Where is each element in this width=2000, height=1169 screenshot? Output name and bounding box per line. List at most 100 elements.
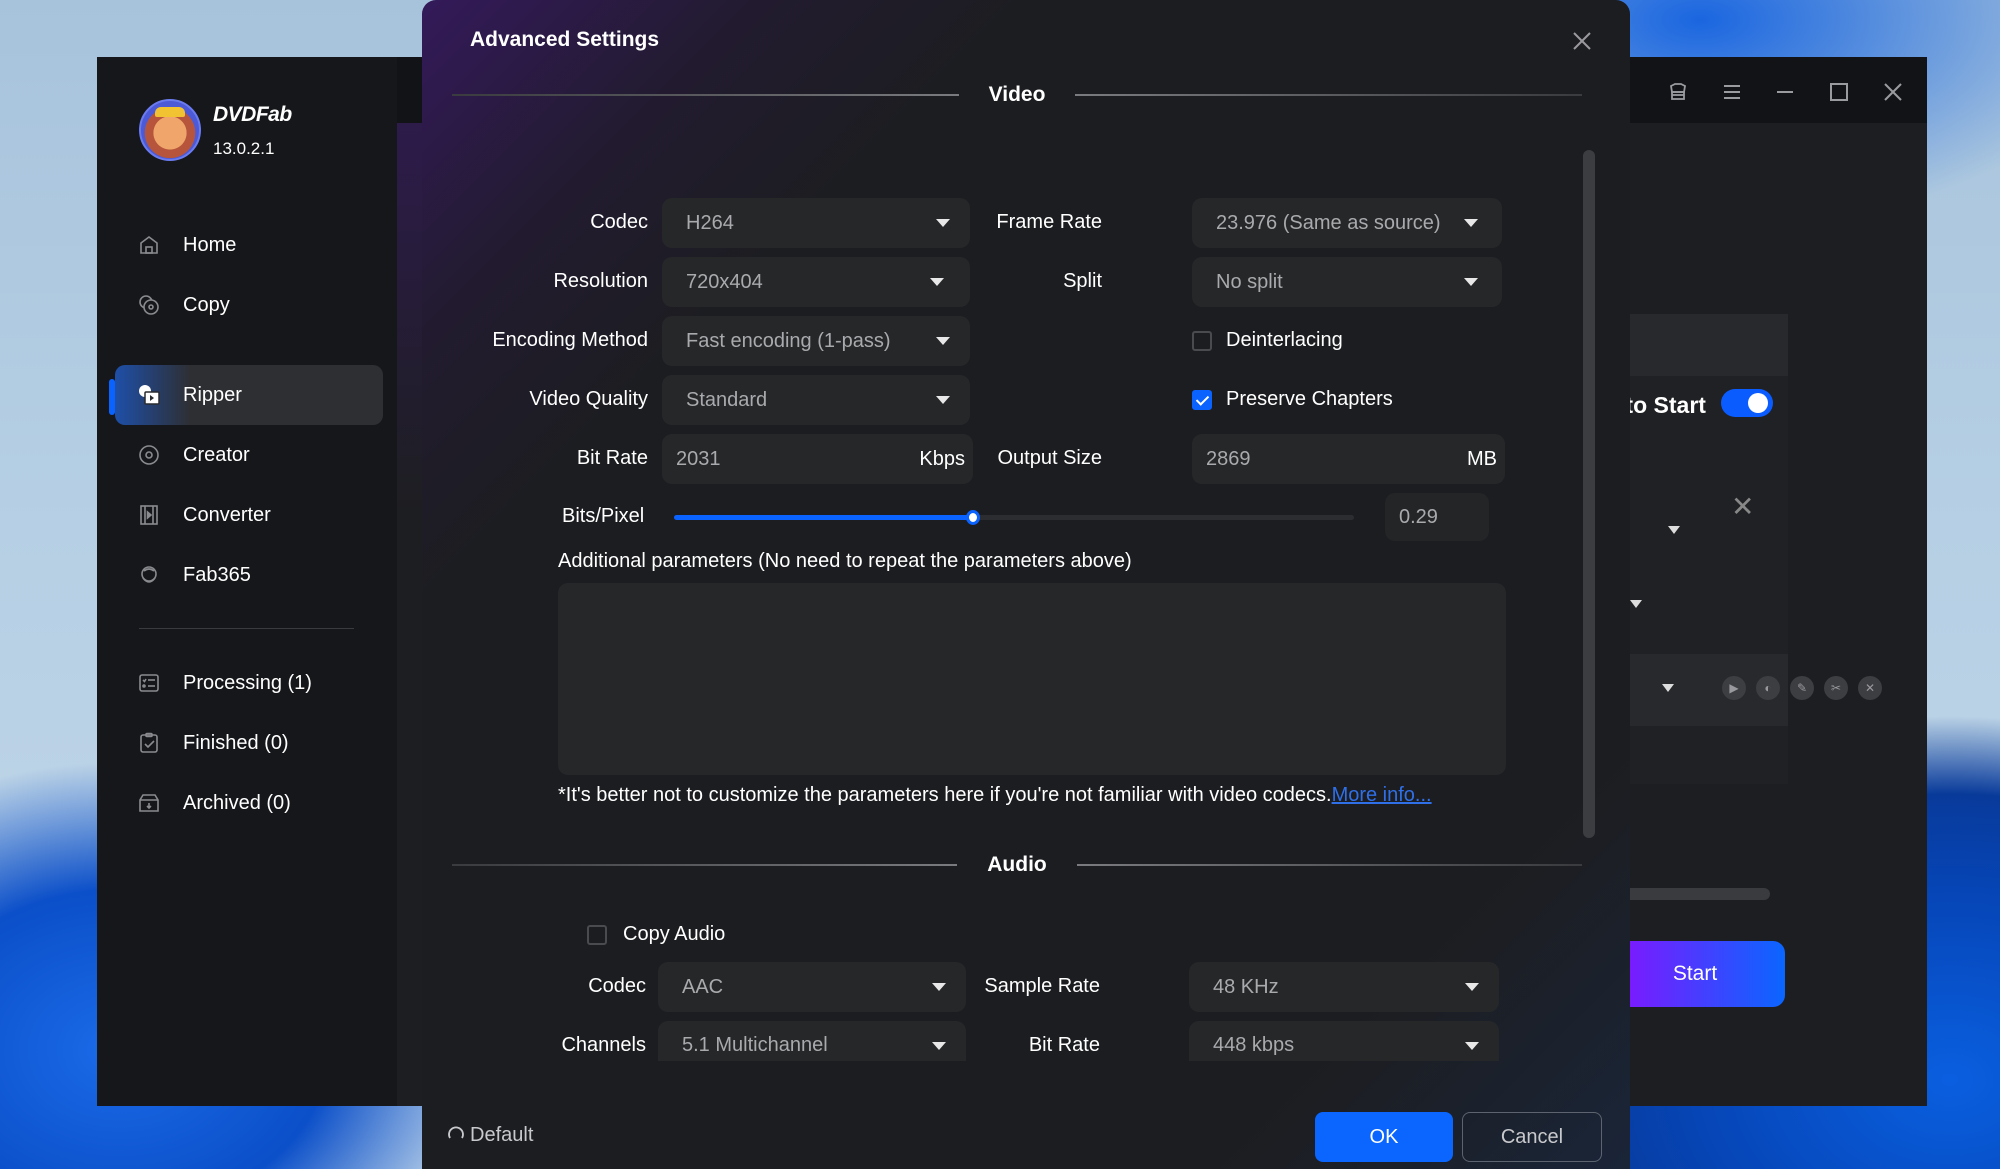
home-icon: [137, 233, 161, 257]
sidebar-item-label: Creator: [183, 443, 250, 466]
chevron-down-icon: [1465, 983, 1479, 991]
sidebar-item-label: Ripper: [183, 383, 242, 406]
ripper-icon: [137, 383, 161, 407]
chevron-down-icon[interactable]: [1668, 526, 1680, 534]
fab365-icon: [137, 563, 161, 587]
cut-icon[interactable]: ✂: [1824, 676, 1848, 700]
more-info-link[interactable]: More info...: [1332, 784, 1432, 806]
resolution-select[interactable]: 720x404: [662, 257, 970, 307]
dialog-title: Advanced Settings: [470, 28, 660, 51]
copy-audio-label: Copy Audio: [623, 923, 726, 945]
slider-fill: [674, 515, 974, 520]
encoding-method-value: Fast encoding (1-pass): [686, 329, 891, 352]
frame-rate-select[interactable]: 23.976 (Same as source): [1192, 198, 1502, 248]
creator-disc-icon: [137, 443, 161, 467]
sidebar-item-label: Home: [183, 233, 237, 256]
sidebar-item-label: Fab365: [183, 563, 251, 586]
video-quality-select[interactable]: Standard: [662, 375, 970, 425]
chevron-down-icon: [1464, 219, 1478, 227]
split-label: Split: [1063, 270, 1102, 292]
encoding-method-label: Encoding Method: [492, 329, 648, 351]
chevron-down-icon: [936, 337, 950, 345]
video-section-header: Video: [452, 80, 1583, 110]
chevron-down-icon: [932, 983, 946, 991]
deinterlacing-label: Deinterlacing: [1226, 329, 1343, 351]
bit-rate-input[interactable]: 2031 Kbps: [662, 434, 973, 484]
split-select[interactable]: No split: [1192, 257, 1502, 307]
output-size-value: 2869: [1206, 447, 1251, 470]
divider: [1075, 94, 1583, 96]
output-size-label: Output Size: [997, 447, 1102, 469]
sidebar-item-copy[interactable]: Copy: [115, 275, 383, 335]
codec-warning-note: *It's better not to customize the parame…: [558, 784, 1432, 807]
frame-rate-value: 23.976 (Same as source): [1216, 211, 1441, 234]
sidebar-item-converter[interactable]: Converter: [115, 485, 383, 545]
bits-per-pixel-slider[interactable]: [674, 510, 1354, 525]
scrollbar[interactable]: [1583, 150, 1595, 838]
sidebar-item-archived[interactable]: Archived (0): [115, 773, 383, 833]
slider-handle[interactable]: [966, 510, 981, 525]
skin-icon[interactable]: [1661, 75, 1695, 109]
bit-rate-value: 2031: [676, 447, 721, 470]
sidebar-item-finished[interactable]: Finished (0): [115, 713, 383, 773]
sidebar-item-label: Archived (0): [183, 791, 291, 814]
chevron-down-icon: [936, 219, 950, 227]
additional-parameters-label: Additional parameters (No need to repeat…: [558, 550, 1132, 572]
divider: [1076, 864, 1583, 866]
video-codec-select[interactable]: H264: [662, 198, 970, 248]
audio-codec-select[interactable]: AAC: [658, 962, 966, 1012]
start-button[interactable]: Start: [1605, 941, 1785, 1007]
sidebar-item-home[interactable]: Home: [115, 215, 383, 275]
list-icon: [137, 671, 161, 695]
chevron-down-icon: [1465, 1042, 1479, 1050]
additional-parameters-textarea[interactable]: [558, 583, 1506, 775]
audio-bit-rate-value: 448 kbps: [1213, 1034, 1295, 1056]
menu-icon[interactable]: [1715, 75, 1749, 109]
sample-rate-value: 48 KHz: [1213, 975, 1279, 998]
cancel-button[interactable]: Cancel: [1462, 1112, 1602, 1162]
app-version: 13.0.2.1: [213, 139, 275, 158]
video-section-title: Video: [988, 83, 1046, 106]
copy-audio-checkbox[interactable]: [587, 925, 607, 945]
deinterlacing-checkbox[interactable]: [1192, 331, 1212, 351]
codec-label: Codec: [590, 211, 648, 233]
chevron-down-icon[interactable]: [1662, 684, 1674, 692]
maximize-icon[interactable]: [1822, 75, 1856, 109]
preserve-chapters-checkbox[interactable]: [1192, 390, 1212, 410]
encoding-method-select[interactable]: Fast encoding (1-pass): [662, 316, 970, 366]
output-size-input[interactable]: 2869 MB: [1192, 434, 1505, 484]
chevron-down-icon[interactable]: [1630, 600, 1642, 608]
play-icon[interactable]: ▶: [1722, 676, 1746, 700]
video-quality-label: Video Quality: [529, 388, 648, 410]
sidebar-item-creator[interactable]: Creator: [115, 425, 383, 485]
film-icon: [137, 503, 161, 527]
channels-value: 5.1 Multichannel: [682, 1034, 828, 1056]
resolution-value: 720x404: [686, 270, 763, 293]
audio-bit-rate-label: Bit Rate: [1028, 1034, 1100, 1056]
preserve-chapters-label: Preserve Chapters: [1226, 388, 1393, 410]
sidebar-item-label: Finished (0): [183, 731, 289, 754]
close-icon[interactable]: [1567, 26, 1597, 56]
bit-rate-label: Bit Rate: [576, 447, 648, 469]
remove-icon[interactable]: ✕: [1858, 676, 1882, 700]
sidebar-item-fab365[interactable]: Fab365: [115, 545, 383, 605]
sidebar-item-ripper[interactable]: Ripper: [115, 365, 383, 425]
bits-per-pixel-value[interactable]: 0.29: [1385, 493, 1489, 541]
remove-task-icon[interactable]: ✕: [1731, 490, 1754, 523]
audio-bit-rate-select[interactable]: 448 kbps: [1189, 1021, 1499, 1061]
channels-select[interactable]: 5.1 Multichannel: [658, 1021, 966, 1061]
chevron-down-icon: [932, 1042, 946, 1050]
bits-per-pixel-label: Bits/Pixel: [562, 505, 645, 527]
ready-to-start-toggle[interactable]: [1721, 389, 1773, 417]
edit-icon[interactable]: ✎: [1790, 676, 1814, 700]
copy-disc-icon: [137, 293, 161, 317]
ok-button[interactable]: OK: [1315, 1112, 1453, 1162]
sidebar-item-processing[interactable]: Processing (1): [115, 653, 383, 713]
default-button[interactable]: Default: [446, 1122, 533, 1148]
audio-icon[interactable]: ◐: [1756, 676, 1780, 700]
close-icon[interactable]: [1876, 75, 1910, 109]
bit-rate-unit: Kbps: [919, 447, 965, 470]
sample-rate-select[interactable]: 48 KHz: [1189, 962, 1499, 1012]
minimize-icon[interactable]: [1768, 75, 1802, 109]
divider: [452, 94, 959, 96]
